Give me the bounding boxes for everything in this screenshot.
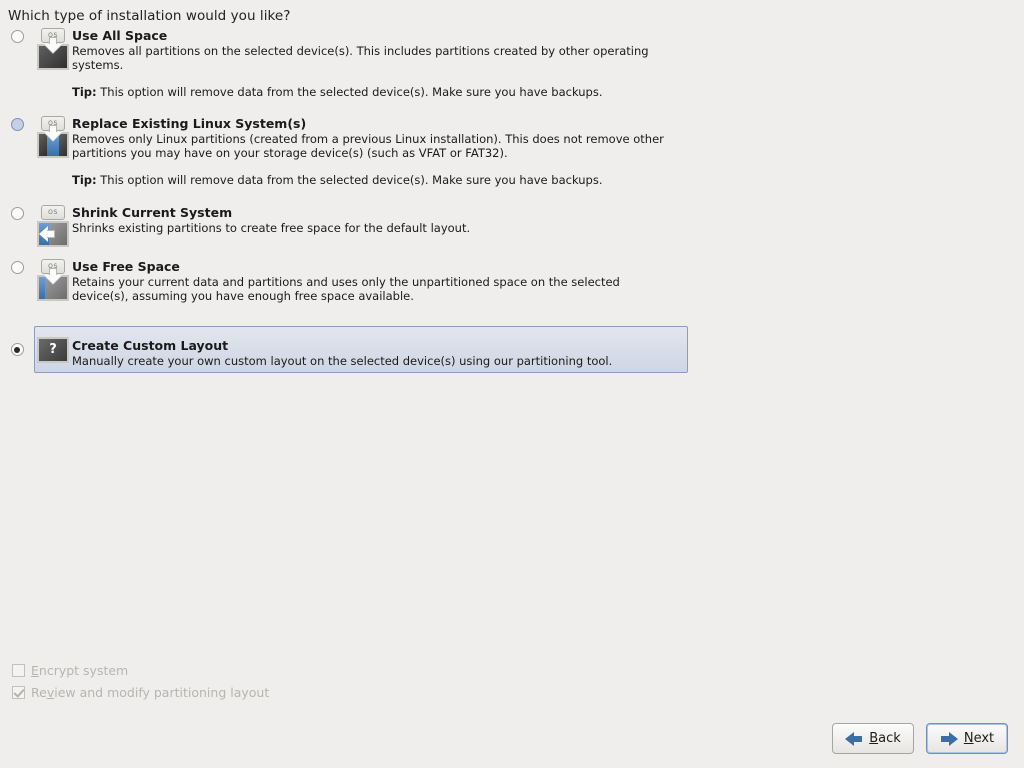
back-button-label: Back <box>869 731 901 746</box>
icon-cell-use-all-space: OS <box>34 28 72 74</box>
checkbox-row-review-modify-partitioning[interactable]: Review and modify partitioning layout <box>12 681 269 703</box>
icon-cell-replace-existing-linux: OS <box>34 116 72 162</box>
option-title: Use Free Space <box>72 259 1016 274</box>
option-tip-text: This option will remove data from the se… <box>97 85 603 99</box>
disk-os-free-space-icon: OS <box>37 259 69 305</box>
next-button[interactable]: Next <box>926 723 1008 754</box>
option-tip-text: This option will remove data from the se… <box>97 173 603 187</box>
radio-shrink-current-system[interactable] <box>11 207 24 220</box>
radio-use-all-space[interactable] <box>11 30 24 43</box>
icon-cell-use-free-space: OS <box>34 259 72 305</box>
option-description: Removes only Linux partitions (created f… <box>72 132 672 160</box>
radio-cell-use-all-space <box>0 28 34 43</box>
text-cell-create-custom-layout: Create Custom Layout Manually create you… <box>72 327 1024 368</box>
icon-cell-shrink-current-system: OS <box>34 205 72 251</box>
page-title: Which type of installation would you lik… <box>8 8 290 24</box>
options-checkbox-group: Encrypt system Review and modify partiti… <box>12 659 269 703</box>
back-button[interactable]: Back <box>832 723 914 754</box>
installation-type-option-list: OS Use All Space Removes all partitions … <box>0 28 1024 379</box>
os-tag-label: OS <box>41 205 65 220</box>
checkbox-label-encrypt-system: Encrypt system <box>31 663 128 678</box>
option-tip-label: Tip: <box>72 173 97 187</box>
radio-use-free-space[interactable] <box>11 261 24 274</box>
option-title: Replace Existing Linux System(s) <box>72 116 1016 131</box>
checkbox-label-review-modify-partitioning: Review and modify partitioning layout <box>31 685 269 700</box>
radio-cell-use-free-space <box>0 259 34 274</box>
arrow-left-icon <box>845 732 863 746</box>
disk-question-icon: ? <box>37 337 69 363</box>
disk-os-replace-linux-icon: OS <box>37 116 69 162</box>
radio-replace-existing-linux[interactable] <box>11 118 24 131</box>
option-description: Manually create your own custom layout o… <box>72 354 672 368</box>
radio-cell-replace-existing-linux <box>0 116 34 131</box>
text-cell-use-free-space: Use Free Space Retains your current data… <box>72 259 1024 303</box>
option-title: Use All Space <box>72 28 1016 43</box>
text-cell-use-all-space: Use All Space Removes all partitions on … <box>72 28 1024 99</box>
icon-cell-create-custom-layout: ? <box>34 327 72 363</box>
option-tip: Tip: This option will remove data from t… <box>72 85 1016 99</box>
action-button-bar: Back Next <box>832 723 1008 754</box>
checkbox-row-encrypt-system[interactable]: Encrypt system <box>12 659 269 681</box>
checkbox-encrypt-system[interactable] <box>12 664 25 677</box>
radio-create-custom-layout[interactable] <box>11 343 24 356</box>
option-tip: Tip: This option will remove data from t… <box>72 173 1016 187</box>
option-description: Retains your current data and partitions… <box>72 275 672 303</box>
radio-cell-shrink-current-system <box>0 205 34 220</box>
arrow-right-icon <box>940 732 958 746</box>
option-row-shrink-current-system[interactable]: OS Shrink Current System Shrinks existin… <box>0 205 1024 259</box>
next-button-label: Next <box>964 731 994 746</box>
option-description: Shrinks existing partitions to create fr… <box>72 221 672 235</box>
option-row-use-all-space[interactable]: OS Use All Space Removes all partitions … <box>0 28 1024 116</box>
option-title: Shrink Current System <box>72 205 1016 220</box>
checkbox-review-modify-partitioning[interactable] <box>12 686 25 699</box>
option-description: Removes all partitions on the selected d… <box>72 44 672 72</box>
option-row-use-free-space[interactable]: OS Use Free Space Retains your current d… <box>0 259 1024 326</box>
radio-cell-create-custom-layout <box>0 327 34 356</box>
disk-os-overwrite-icon: OS <box>37 28 69 74</box>
option-title: Create Custom Layout <box>72 338 1016 353</box>
installation-type-screen: { "page": { "question": "Which type of i… <box>0 0 1024 768</box>
option-tip-label: Tip: <box>72 85 97 99</box>
option-row-create-custom-layout[interactable]: ? Create Custom Layout Manually create y… <box>0 326 1024 379</box>
disk-os-shrink-icon: OS <box>37 205 69 251</box>
option-row-replace-existing-linux[interactable]: OS Replace Existing Linux System(s) Remo… <box>0 116 1024 205</box>
text-cell-replace-existing-linux: Replace Existing Linux System(s) Removes… <box>72 116 1024 187</box>
text-cell-shrink-current-system: Shrink Current System Shrinks existing p… <box>72 205 1024 235</box>
